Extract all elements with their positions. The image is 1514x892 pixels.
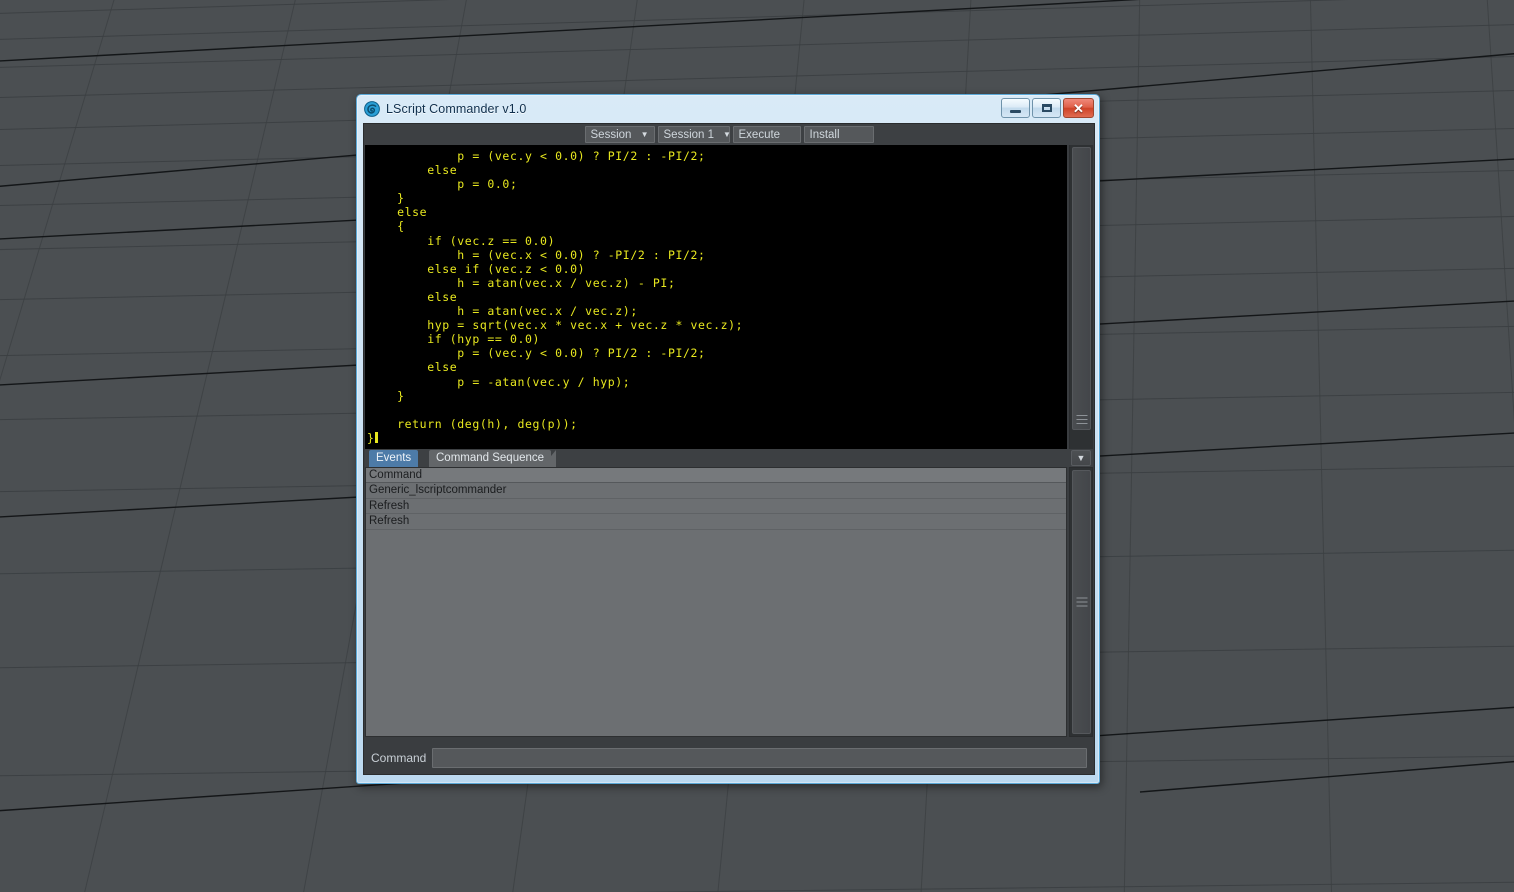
maximize-icon <box>1041 104 1052 112</box>
editor-vertical-scrollbar[interactable] <box>1069 145 1093 449</box>
event-list-region: Command Generic_lscriptcommander Refresh… <box>365 467 1093 737</box>
titlebar[interactable]: LScript Commander v1.0 ✕ <box>357 95 1099 123</box>
window-title: LScript Commander v1.0 <box>386 102 527 116</box>
minimize-button[interactable] <box>1001 98 1030 118</box>
minimize-icon <box>1010 109 1021 113</box>
command-input[interactable] <box>432 748 1087 768</box>
session-select[interactable]: Session 1 ▼ <box>657 126 731 143</box>
window-controls: ✕ <box>1001 98 1094 118</box>
execute-button-label: Execute <box>738 128 781 141</box>
tabstrip-overflow-button[interactable]: ▼ <box>1071 450 1091 466</box>
toolbar: Session ▼ Session 1 ▼ Execute Install <box>364 124 1094 145</box>
cell-command: Refresh <box>369 499 410 512</box>
maximize-button[interactable] <box>1032 98 1061 118</box>
event-list[interactable]: Command Generic_lscriptcommander Refresh… <box>365 467 1067 737</box>
table-row[interactable]: Generic_lscriptcommander <box>366 483 1066 499</box>
table-row[interactable]: Refresh <box>366 499 1066 514</box>
tab-command-sequence[interactable]: Command Sequence <box>429 450 552 467</box>
tab-command-sequence-label: Command Sequence <box>436 452 545 464</box>
close-button[interactable]: ✕ <box>1063 98 1094 118</box>
list-scrollbar-thumb[interactable] <box>1072 470 1091 734</box>
tab-events[interactable]: Events <box>369 450 419 467</box>
cell-command: Refresh <box>369 515 410 528</box>
command-input-label: Command <box>371 751 427 765</box>
editor-scrollbar-thumb[interactable] <box>1072 147 1091 430</box>
code-editor[interactable]: p = (vec.y < 0.0) ? PI/2 : -PI/2; else p… <box>365 145 1067 449</box>
editor-region: p = (vec.y < 0.0) ? PI/2 : -PI/2; else p… <box>365 145 1093 449</box>
command-bar: Command <box>365 743 1093 773</box>
cell-command: Generic_lscriptcommander <box>369 484 507 497</box>
session-dropdown[interactable]: Session ▼ <box>584 126 655 143</box>
chevron-down-icon: ▼ <box>723 129 731 139</box>
install-button[interactable]: Install <box>803 126 874 143</box>
session-select-value: Session 1 <box>663 128 715 141</box>
list-column-header: Command <box>366 468 1066 483</box>
text-caret <box>374 431 378 443</box>
close-icon: ✕ <box>1073 100 1084 116</box>
grip-icon <box>1076 415 1087 424</box>
chevron-down-icon: ▼ <box>1076 453 1086 463</box>
lscript-commander-window: LScript Commander v1.0 ✕ Session ▼ Sessi… <box>356 94 1100 784</box>
tab-slant-decoration <box>542 450 556 467</box>
list-vertical-scrollbar[interactable] <box>1069 467 1093 737</box>
session-dropdown-label: Session <box>590 128 632 141</box>
execute-button[interactable]: Execute <box>732 126 801 143</box>
tab-events-label: Events <box>376 452 412 464</box>
table-row[interactable]: Refresh <box>366 514 1066 530</box>
grip-icon <box>1076 597 1087 607</box>
client-area: Session ▼ Session 1 ▼ Execute Install p … <box>363 123 1095 775</box>
chevron-down-icon: ▼ <box>640 129 649 139</box>
code-text: p = (vec.y < 0.0) ? PI/2 : -PI/2; else p… <box>367 149 744 445</box>
install-button-label: Install <box>809 128 840 141</box>
tab-strip: Events Command Sequence ▼ <box>365 449 1093 467</box>
column-header-command: Command <box>369 469 423 481</box>
lscript-spiral-icon <box>364 101 380 117</box>
